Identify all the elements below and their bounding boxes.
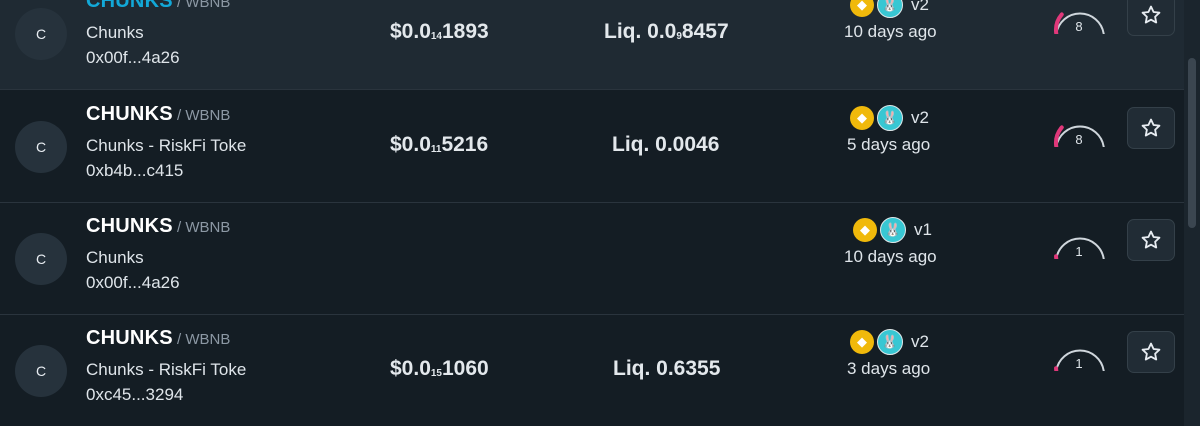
token-avatar: C	[15, 8, 67, 60]
token-symbol-link[interactable]: CHUNKS	[86, 103, 173, 126]
token-row[interactable]: C CHUNKS / WBNB Chunks 0x00f...4a26 ◆ 🐰 …	[0, 203, 1184, 315]
token-symbol-link[interactable]: CHUNKS	[86, 215, 173, 238]
score-value: 8	[1075, 19, 1083, 34]
token-row[interactable]: C CHUNKS / WBNB Chunks 0x00f...4a26 $0.0…	[0, 0, 1184, 90]
token-address[interactable]: 0xb4b...c415	[86, 161, 183, 181]
dex-version: v2	[911, 108, 929, 127]
pair-quote: / WBNB	[177, 331, 231, 348]
token-list: C CHUNKS / WBNB Chunks 0x00f...4a26 $0.0…	[0, 0, 1184, 426]
favorite-button[interactable]	[1127, 331, 1175, 373]
dex-info: ◆ 🐰 v2	[850, 329, 929, 355]
pair-quote: / WBNB	[177, 107, 231, 124]
vertical-scrollbar[interactable]	[1184, 0, 1200, 426]
bnb-chain-icon: ◆	[853, 218, 877, 242]
pair-age: 10 days ago	[844, 247, 937, 266]
dex-info: ◆ 🐰 v1	[853, 217, 932, 243]
pancakeswap-icon: 🐰	[877, 329, 903, 355]
pair-quote: / WBNB	[177, 0, 231, 11]
pair-age: 3 days ago	[847, 359, 931, 378]
pair-age: 5 days ago	[847, 135, 931, 154]
token-address[interactable]: 0xc45...3294	[86, 385, 183, 405]
token-name: Chunks - RiskFi Toke	[86, 360, 247, 379]
liquidity-value: Liq. 0.098457	[604, 20, 729, 43]
token-address[interactable]: 0x00f...4a26	[86, 273, 180, 293]
favorite-button[interactable]	[1127, 219, 1175, 261]
star-icon	[1141, 118, 1161, 137]
bnb-chain-icon: ◆	[850, 106, 874, 130]
dex-version: v2	[911, 0, 929, 14]
token-price: $0.0151060	[390, 357, 489, 380]
token-price: $0.0141893	[390, 20, 489, 43]
token-avatar: C	[15, 121, 67, 173]
star-icon	[1141, 5, 1161, 24]
favorite-button[interactable]	[1127, 0, 1175, 36]
token-name: Chunks	[86, 248, 144, 267]
token-row[interactable]: C CHUNKS / WBNB Chunks - RiskFi Toke 0xc…	[0, 315, 1184, 426]
pancakeswap-icon: 🐰	[877, 105, 903, 131]
token-symbol-link[interactable]: CHUNKS	[86, 0, 173, 13]
score-value: 1	[1075, 356, 1083, 371]
token-avatar: C	[15, 233, 67, 285]
pancakeswap-icon: 🐰	[877, 0, 903, 18]
token-symbol-link[interactable]: CHUNKS	[86, 327, 173, 350]
pair-quote: / WBNB	[177, 219, 231, 236]
dex-info: ◆ 🐰 v2	[850, 0, 929, 18]
token-avatar: C	[15, 345, 67, 397]
star-icon	[1141, 342, 1161, 361]
token-address[interactable]: 0x00f...4a26	[86, 48, 180, 68]
token-row[interactable]: C CHUNKS / WBNB Chunks - RiskFi Toke 0xb…	[0, 91, 1184, 203]
bnb-chain-icon: ◆	[850, 330, 874, 354]
favorite-button[interactable]	[1127, 107, 1175, 149]
liquidity-value: Liq. 0.0046	[612, 133, 720, 156]
liquidity-value: Liq. 0.6355	[613, 357, 721, 380]
dex-version: v2	[911, 332, 929, 351]
pair-age: 10 days ago	[844, 22, 937, 41]
bnb-chain-icon: ◆	[850, 0, 874, 17]
dex-version: v1	[914, 220, 932, 239]
token-name: Chunks - RiskFi Toke	[86, 136, 247, 155]
score-value: 1	[1075, 244, 1083, 259]
scrollbar-thumb[interactable]	[1188, 58, 1196, 228]
pancakeswap-icon: 🐰	[880, 217, 906, 243]
token-name: Chunks	[86, 23, 144, 42]
token-price: $0.0115216	[390, 133, 489, 156]
star-icon	[1141, 230, 1161, 249]
score-value: 8	[1075, 132, 1083, 147]
dex-info: ◆ 🐰 v2	[850, 105, 929, 131]
